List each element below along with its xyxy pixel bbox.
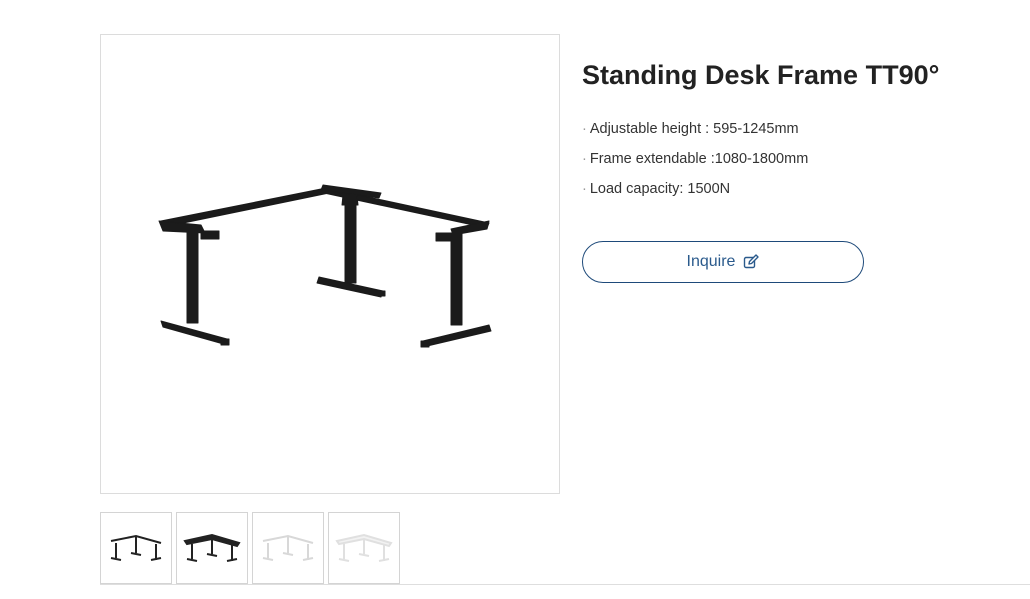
thumbnail-frame-black[interactable]	[100, 512, 172, 584]
thumbnail-image	[110, 534, 162, 561]
bullet: ·	[582, 151, 587, 167]
spec-item: · Adjustable height : 595-1245mm	[582, 114, 1022, 144]
bullet: ·	[582, 121, 587, 137]
thumbnail-frame-black-with-top[interactable]	[176, 512, 248, 584]
spec-text: Load capacity: 1500N	[589, 181, 731, 197]
product-title: Standing Desk Frame TT90°	[582, 60, 940, 90]
edit-icon	[743, 254, 760, 270]
thumbnail-frame-white-with-top[interactable]	[328, 512, 400, 584]
thumbnail-image	[183, 533, 241, 562]
spec-text: Adjustable height : 595-1245mm	[589, 121, 799, 137]
thumbnail-image	[335, 533, 393, 562]
desk-frame-illustration	[158, 184, 492, 348]
inquire-button[interactable]: Inquire	[582, 241, 864, 283]
main-product-image[interactable]	[100, 34, 560, 494]
spec-list: · Adjustable height : 595-1245mm · Frame e…	[582, 114, 1022, 204]
thumbnail-image	[262, 534, 314, 561]
inquire-label: Inquire	[686, 253, 736, 270]
spec-text: Frame extendable :1080-1800mm	[589, 151, 809, 167]
product-info: Standing Desk Frame TT90° · Adjustable he…	[582, 58, 1022, 204]
product-page: Standing Desk Frame TT90° · Adjustable he…	[0, 0, 1030, 599]
spec-item: · Frame extendable :1080-1800mm	[582, 144, 1022, 174]
divider	[100, 584, 1030, 585]
spec-item: · Load capacity: 1500N	[582, 174, 1022, 204]
bullet: ·	[582, 181, 587, 197]
thumbnail-strip	[100, 512, 400, 584]
thumbnail-frame-white[interactable]	[252, 512, 324, 584]
